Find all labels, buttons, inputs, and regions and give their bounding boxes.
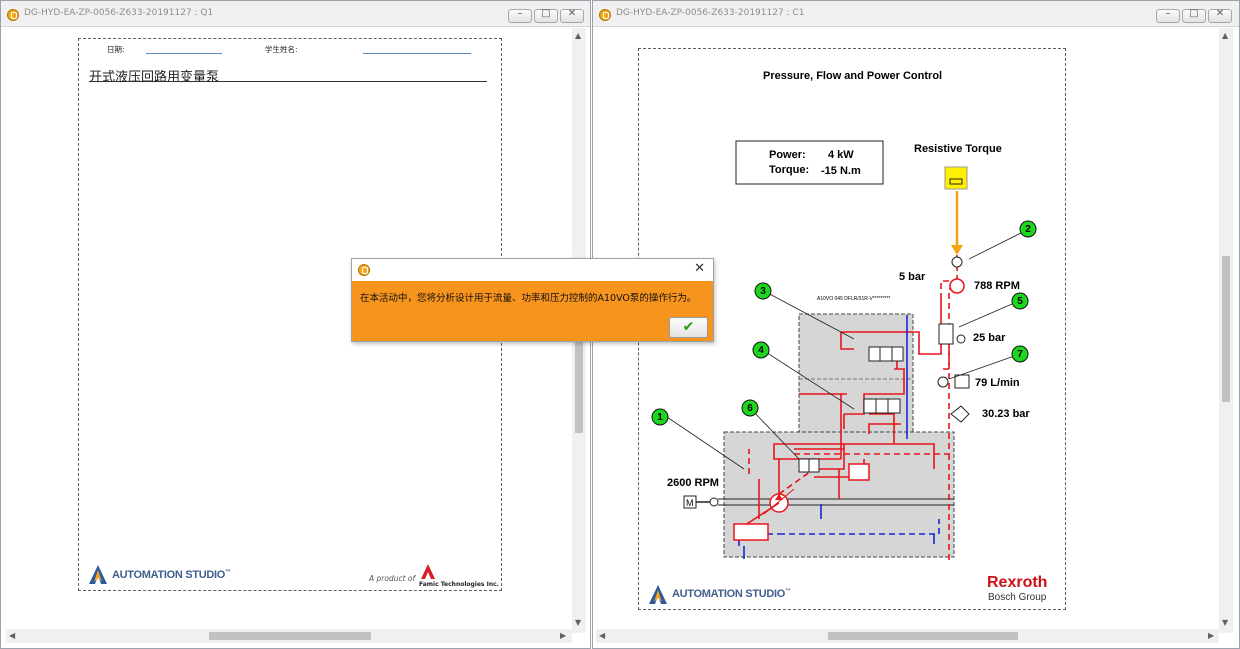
callout-6: 6 bbox=[747, 403, 753, 414]
close-icon: ✕ bbox=[567, 8, 577, 19]
torque-label: Torque: bbox=[769, 164, 809, 176]
right-horizontal-scroll-thumb[interactable] bbox=[828, 632, 1018, 640]
pressure-reading-bottom: 30.23 bar bbox=[982, 408, 1030, 420]
minimize-icon: – bbox=[1165, 8, 1171, 19]
scroll-right-arrow-icon[interactable]: ▶ bbox=[1208, 631, 1214, 641]
dialog-close-icon[interactable]: ✕ bbox=[694, 261, 705, 276]
maximize-icon: □ bbox=[1189, 8, 1199, 19]
date-label: 日期: bbox=[107, 45, 125, 54]
worksheet-heading: 开式液压回路用变量泵 bbox=[89, 70, 220, 85]
callout-1: 1 bbox=[657, 412, 663, 423]
pressure-control-valve bbox=[863, 398, 901, 414]
date-field[interactable] bbox=[146, 53, 222, 54]
app-icon bbox=[599, 9, 611, 21]
pump-model-label: A10VO 045 DFLR/31R-V********* bbox=[817, 296, 890, 302]
scroll-right-arrow-icon[interactable]: ▶ bbox=[560, 631, 566, 641]
right-vertical-scroll-thumb[interactable] bbox=[1222, 256, 1230, 402]
power-control-valve bbox=[798, 458, 820, 473]
dialog-message: 在本活动中，您将分析设计用于流量、功率和压力控制的A10VO泵的操作行为。 bbox=[360, 293, 697, 304]
flow-reading: 79 L/min bbox=[975, 377, 1020, 389]
student-name-field[interactable] bbox=[363, 53, 471, 54]
callout-4: 4 bbox=[758, 345, 764, 356]
pressure-reading-mid: 25 bar bbox=[973, 332, 1006, 344]
close-icon: ✕ bbox=[1215, 8, 1225, 19]
callout-3: 3 bbox=[760, 286, 766, 297]
maximize-button[interactable]: □ bbox=[534, 8, 558, 23]
right-vertical-scrollbar[interactable]: ▲ ▼ bbox=[1219, 28, 1233, 633]
bias-cylinder bbox=[733, 523, 769, 541]
automation-studio-logo: AUTOMATION STUDIO™ bbox=[672, 588, 791, 600]
flow-meter-icon bbox=[937, 376, 949, 388]
checkmark-icon: ✔ bbox=[682, 319, 695, 335]
scroll-down-arrow-icon[interactable]: ▼ bbox=[1222, 618, 1228, 628]
scroll-down-arrow-icon[interactable]: ▼ bbox=[575, 618, 581, 628]
close-button[interactable]: ✕ bbox=[560, 8, 584, 23]
student-name-label: 学生姓名: bbox=[265, 45, 298, 54]
automation-studio-logo-icon bbox=[649, 585, 667, 604]
pressure-reading-top: 5 bar bbox=[899, 271, 926, 283]
speed-sensor-icon bbox=[951, 256, 963, 268]
resistive-torque-label: Resistive Torque bbox=[914, 143, 1002, 155]
stroking-cylinder bbox=[848, 463, 870, 481]
resistive-torque-load[interactable] bbox=[944, 166, 968, 190]
torque-value: -15 N.m bbox=[821, 165, 861, 177]
svg-text:M: M bbox=[686, 498, 694, 508]
scroll-up-arrow-icon[interactable]: ▲ bbox=[575, 31, 581, 41]
pressure-gauge-icon bbox=[956, 334, 966, 344]
bosch-group-label: Bosch Group bbox=[988, 592, 1047, 603]
maximize-icon: □ bbox=[541, 8, 551, 19]
power-label: Power: bbox=[769, 149, 806, 161]
pressure-transducer-icon bbox=[950, 405, 970, 423]
relief-valve-symbol bbox=[938, 323, 954, 345]
left-window-title: DG-HYD-EA-ZP-0056-Z633-20191127 : Q1 bbox=[24, 8, 214, 18]
left-horizontal-scroll-thumb[interactable] bbox=[209, 632, 371, 640]
right-window-titlebar[interactable]: DG-HYD-EA-ZP-0056-Z633-20191127 : C1 – □… bbox=[593, 1, 1239, 27]
hydraulic-motor-symbol bbox=[949, 278, 965, 294]
famic-company-label: Famic Technologies Inc. bbox=[419, 581, 499, 588]
callout-5: 5 bbox=[1017, 296, 1023, 307]
flow-control-valve bbox=[868, 346, 904, 362]
app-icon bbox=[358, 264, 370, 276]
app-icon bbox=[7, 9, 19, 21]
ok-button[interactable]: ✔ bbox=[669, 317, 708, 338]
automation-studio-logo-icon bbox=[89, 565, 107, 584]
automation-studio-logo: AUTOMATION STUDIO™ bbox=[112, 569, 231, 581]
input-rpm-reading: 2600 RPM bbox=[667, 477, 719, 489]
scroll-left-arrow-icon[interactable]: ◀ bbox=[9, 631, 15, 641]
close-button[interactable]: ✕ bbox=[1208, 8, 1232, 23]
maximize-button[interactable]: □ bbox=[1182, 8, 1206, 23]
scroll-left-arrow-icon[interactable]: ◀ bbox=[599, 631, 605, 641]
minimize-button[interactable]: – bbox=[508, 8, 532, 23]
rexroth-logo: Rexroth bbox=[987, 574, 1048, 591]
minimize-icon: – bbox=[517, 8, 523, 19]
right-window-title: DG-HYD-EA-ZP-0056-Z633-20191127 : C1 bbox=[616, 8, 805, 18]
right-horizontal-scrollbar[interactable]: ◀ ▶ bbox=[596, 629, 1219, 643]
diagram-title: Pressure, Flow and Power Control bbox=[763, 70, 942, 82]
left-horizontal-scrollbar[interactable]: ◀ ▶ bbox=[6, 629, 572, 643]
activity-intro-dialog: ✕ 在本活动中，您将分析设计用于流量、功率和压力控制的A10VO泵的操作行为。 … bbox=[351, 258, 714, 342]
scroll-up-arrow-icon[interactable]: ▲ bbox=[1222, 31, 1228, 41]
callout-7: 7 bbox=[1017, 349, 1023, 360]
heading-rule bbox=[89, 81, 487, 82]
product-of-label: A product of bbox=[369, 574, 416, 583]
left-window-titlebar[interactable]: DG-HYD-EA-ZP-0056-Z633-20191127 : Q1 – □… bbox=[1, 1, 590, 27]
callout-2: 2 bbox=[1025, 224, 1031, 235]
dialog-titlebar[interactable]: ✕ bbox=[352, 259, 713, 281]
famic-logo-icon bbox=[421, 564, 435, 579]
minimize-button[interactable]: – bbox=[1156, 8, 1180, 23]
output-rpm-reading: 788 RPM bbox=[974, 280, 1020, 292]
power-torque-box bbox=[735, 140, 884, 185]
power-value: 4 kW bbox=[828, 149, 854, 161]
